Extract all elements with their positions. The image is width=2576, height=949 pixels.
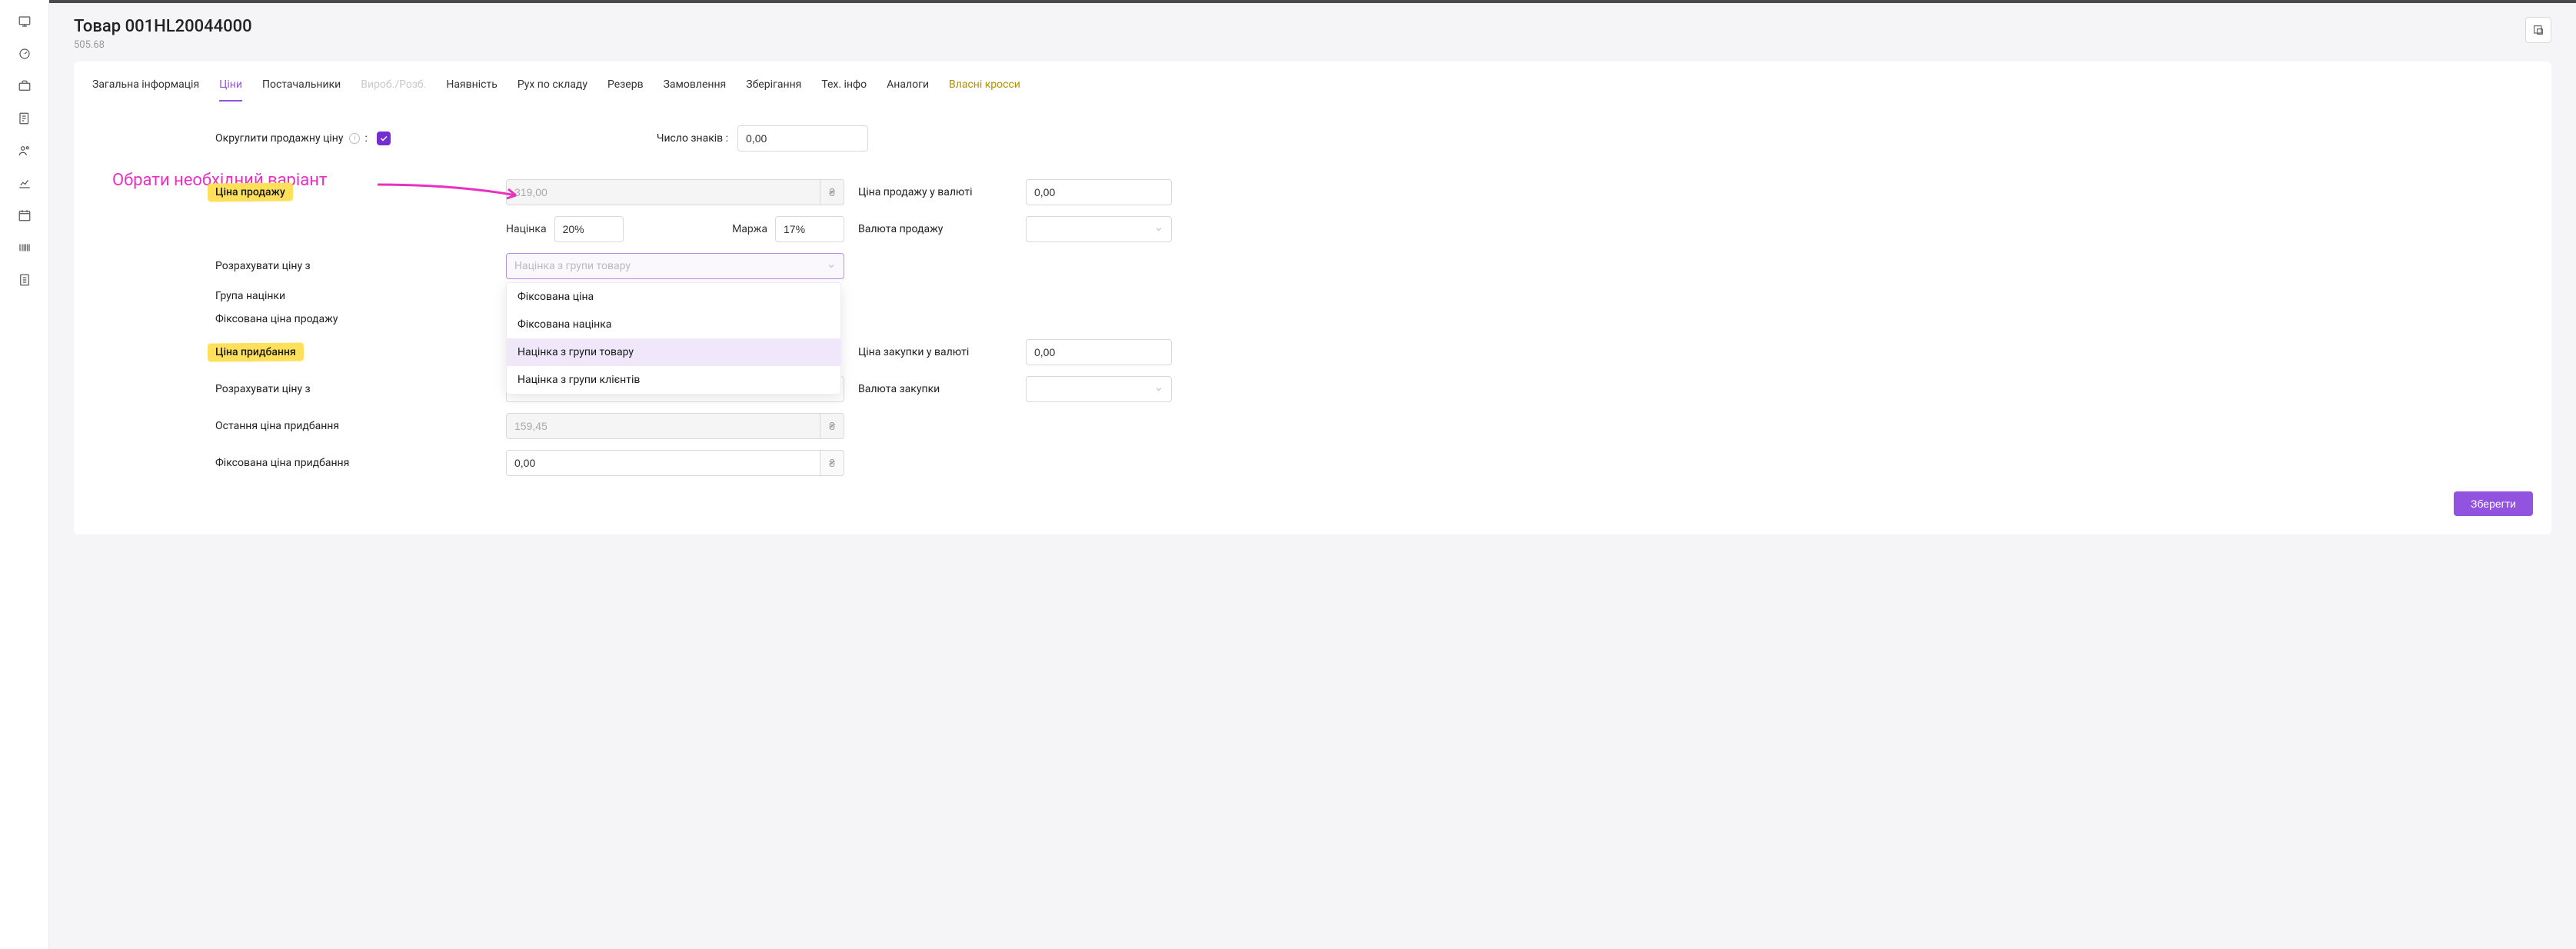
nav-users-icon[interactable] [17,143,32,158]
dropdown-option-selected[interactable]: Націнка з групи товару [507,338,840,366]
fixed-purchase-price-label: Фіксована ціна придбання [215,457,492,469]
tab-availability[interactable]: Наявність [446,78,497,102]
sale-price-input [506,179,820,205]
markup-group-label: Група націнки [215,290,492,302]
rounding-colon: : [364,132,367,145]
markup-input[interactable] [554,216,624,242]
decimals-label: Число знаків : [657,132,728,145]
purchase-currency-select[interactable] [1026,376,1172,402]
nav-gauge-icon[interactable] [17,46,32,62]
tab-analogs[interactable]: Аналоги [887,78,929,102]
tab-reserve[interactable]: Резерв [607,78,644,102]
dropdown-option[interactable]: Фіксована ціна [507,283,840,311]
nav-calendar-icon[interactable] [17,208,32,223]
calc-from-select[interactable]: Націнка з групи товару [506,253,844,279]
save-button[interactable]: Зберегти [2454,491,2533,516]
sale-price-currency-label: Ціна продажу у валюті [858,186,1012,198]
tab-orders[interactable]: Замовлення [664,78,727,102]
nav-chart-icon[interactable] [17,175,32,191]
nav-doc-icon[interactable] [17,272,32,288]
dropdown-option[interactable]: Фіксована націнка [507,311,840,338]
calc-from-dropdown: Фіксована ціна Фіксована націнка Націнка… [506,282,841,395]
dropdown-option[interactable]: Націнка з групи клієнтів [507,366,840,394]
tab-production[interactable]: Вироб./Розб. [361,78,426,102]
nav-dashboard-icon[interactable] [17,14,32,29]
page-title: Товар 001HL20044000 [74,17,252,36]
fixed-purchase-price-input[interactable] [506,450,820,476]
tab-suppliers[interactable]: Постачальники [262,78,341,102]
fixed-sale-price-label: Фіксована ціна продажу [215,313,492,325]
calc-from-label: Розрахувати ціну з [215,260,492,272]
nav-barcode-icon[interactable] [17,240,32,255]
rounding-checkbox[interactable] [377,132,391,145]
currency-suffix: ₴ [820,450,844,476]
sidebar [0,0,49,949]
page-subtitle: 505.68 [74,39,252,51]
decimals-input[interactable] [737,125,868,152]
nav-report-icon[interactable] [17,111,32,126]
page-header: Товар 001HL20044000 505.68 [49,3,2576,62]
content-card: Загальна інформація Ціни Постачальники В… [74,62,2551,534]
tab-techinfo[interactable]: Тех. інфо [821,78,867,102]
sale-currency-label: Валюта продажу [858,223,1012,235]
last-purchase-price-input [506,413,820,439]
rounding-label: Округлити продажну ціну [215,132,343,145]
sale-section-header: Ціна продажу [215,186,285,198]
tab-general[interactable]: Загальна інформація [92,78,199,102]
tab-own-crosses[interactable]: Власні кросси [949,78,1020,102]
currency-suffix: ₴ [820,179,844,205]
header-action-button[interactable] [2525,17,2551,43]
last-purchase-price-label: Остання ціна придбання [215,420,492,432]
tab-bar: Загальна інформація Ціни Постачальники В… [92,62,2533,102]
currency-suffix: ₴ [820,413,844,439]
tab-prices[interactable]: Ціни [219,78,242,102]
margin-input[interactable] [775,216,844,242]
margin-label: Маржа [732,223,767,235]
sale-currency-select[interactable] [1026,216,1172,242]
purchase-currency-label: Валюта закупки [858,383,1012,395]
info-icon[interactable]: i [349,133,360,144]
purchase-section-header: Ціна придбання [215,346,296,358]
markup-label: Націнка [506,223,547,235]
calc-from-placeholder: Націнка з групи товару [514,260,631,272]
purchase-calc-from-label: Розрахувати ціну з [215,383,492,395]
tab-movement[interactable]: Рух по складу [518,78,587,102]
purchase-price-currency-label: Ціна закупки у валюті [858,346,1012,358]
nav-briefcase-icon[interactable] [17,78,32,94]
tab-storage[interactable]: Зберігання [746,78,801,102]
purchase-price-currency-input[interactable] [1026,339,1172,365]
sale-price-currency-input[interactable] [1026,179,1172,205]
